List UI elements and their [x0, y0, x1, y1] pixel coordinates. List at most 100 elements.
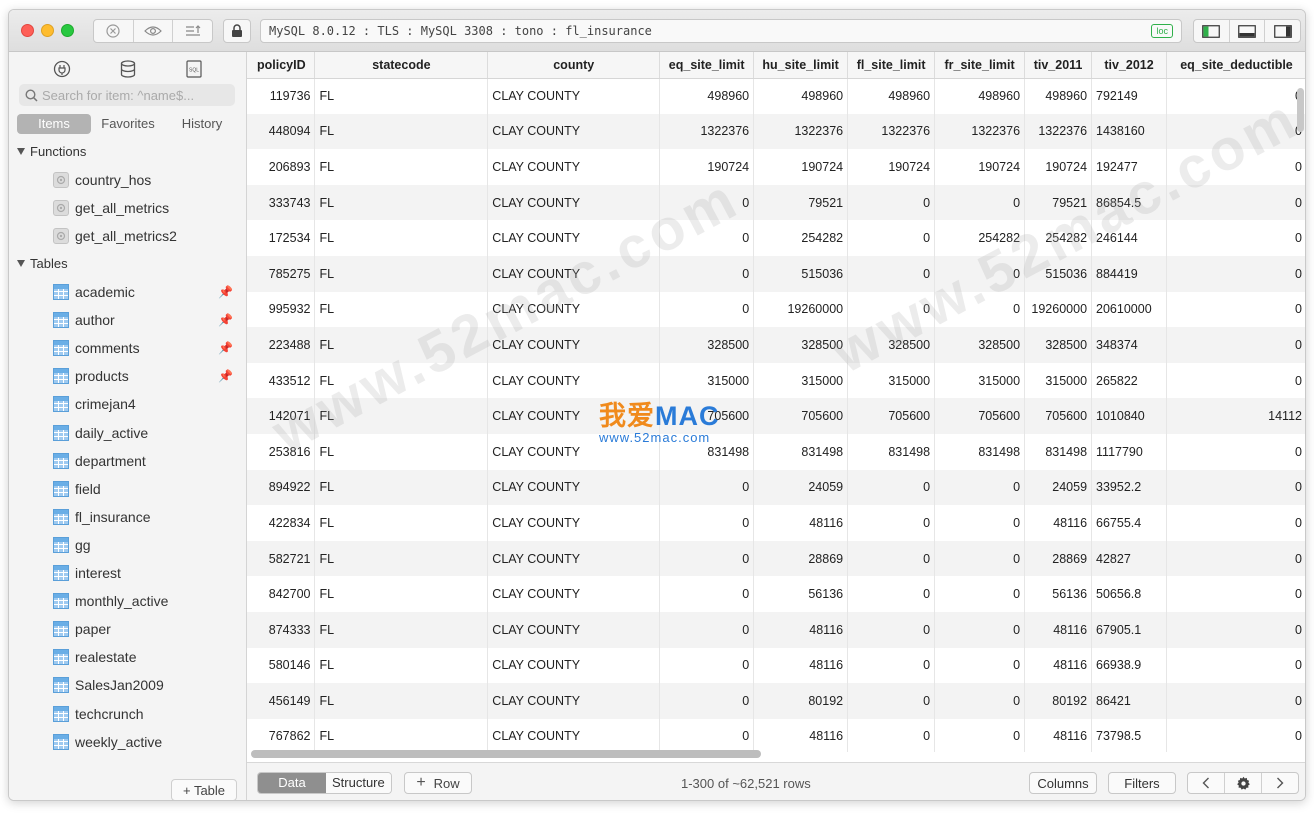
table-cell-tiv-2011[interactable]: 515036: [1024, 255, 1093, 292]
table-cell-hu-site-limit[interactable]: 48116: [753, 718, 849, 752]
table-cell-statecode[interactable]: FL: [314, 647, 489, 684]
previous-page-button[interactable]: [1188, 773, 1225, 793]
table-cell-eq-site-limit[interactable]: 0: [659, 683, 755, 719]
table-cell-policyid[interactable]: 580146: [247, 647, 316, 684]
table-cell-tiv-2012[interactable]: 246144: [1091, 220, 1167, 256]
table-cell-eq-site-deductible[interactable]: 0: [1166, 113, 1305, 150]
table-cell-fr-site-limit[interactable]: 0: [934, 291, 1026, 328]
table-row[interactable]: 223488 FL CLAY COUNTY 328500 328500 328500 328…: [247, 327, 1305, 363]
table-cell-county[interactable]: CLAY COUNTY: [487, 184, 661, 221]
table-cell-hu-site-limit[interactable]: 315000: [753, 362, 849, 399]
table-cell-tiv-2011[interactable]: 328500: [1024, 327, 1093, 363]
table-cell-statecode[interactable]: FL: [314, 611, 489, 648]
table-cell-tiv-2011[interactable]: 48116: [1024, 611, 1093, 648]
table-cell-county[interactable]: CLAY COUNTY: [487, 683, 661, 719]
table-cell-fl-site-limit[interactable]: 0: [847, 718, 936, 752]
toggle-right-sidebar-button[interactable]: [1265, 20, 1300, 42]
table-cell-hu-site-limit[interactable]: 48116: [753, 647, 849, 684]
table-row[interactable]: 767862 FL CLAY COUNTY 0 48116 0 0 48116 73798.5 0: [247, 718, 1305, 752]
table-cell-eq-site-deductible[interactable]: 0: [1166, 433, 1305, 470]
functions-section-header[interactable]: Functions: [17, 144, 86, 159]
table-row[interactable]: 582721 FL CLAY COUNTY 0 28869 0 0 28869 42827 0: [247, 540, 1305, 577]
table-cell-tiv-2011[interactable]: 48116: [1024, 718, 1093, 752]
filters-button[interactable]: Filters: [1108, 772, 1176, 794]
tab-favorites[interactable]: Favorites: [91, 114, 165, 134]
table-row[interactable]: 448094 FL CLAY COUNTY 1322376 1322376 1322376…: [247, 113, 1305, 150]
table-cell-eq-site-deductible[interactable]: 0: [1166, 540, 1305, 577]
table-cell-hu-site-limit[interactable]: 190724: [753, 149, 849, 185]
table-cell-tiv-2011[interactable]: 24059: [1024, 469, 1093, 506]
commit-button[interactable]: [173, 20, 212, 42]
table-cell-policyid[interactable]: 842700: [247, 576, 316, 612]
table-cell-eq-site-deductible[interactable]: 0: [1166, 78, 1305, 114]
table-cell-statecode[interactable]: FL: [314, 291, 489, 328]
table-cell-eq-site-limit[interactable]: 1322376: [659, 113, 755, 150]
sql-mode-button[interactable]: SQL: [179, 56, 209, 82]
table-cell-county[interactable]: CLAY COUNTY: [487, 576, 661, 612]
table-cell-eq-site-limit[interactable]: 0: [659, 647, 755, 684]
table-cell-fl-site-limit[interactable]: 328500: [847, 327, 936, 363]
table-cell-fr-site-limit[interactable]: 0: [934, 184, 1026, 221]
horizontal-scrollbar[interactable]: [251, 750, 761, 758]
table-cell-hu-site-limit[interactable]: 56136: [753, 576, 849, 612]
table-row[interactable]: 142071 FL CLAY COUNTY 705600 705600 705600 705…: [247, 398, 1305, 434]
table-cell-tiv-2012[interactable]: 348374: [1091, 327, 1167, 363]
table-row[interactable]: 995932 FL CLAY COUNTY 0 19260000 0 0 19260000 20…: [247, 291, 1305, 328]
table-cell-county[interactable]: CLAY COUNTY: [487, 611, 661, 648]
table-cell-county[interactable]: CLAY COUNTY: [487, 718, 661, 752]
table-cell-tiv-2011[interactable]: 831498: [1024, 433, 1093, 470]
sidebar-table-item[interactable]: realestate: [53, 646, 239, 668]
table-cell-tiv-2011[interactable]: 705600: [1024, 398, 1093, 434]
table-cell-county[interactable]: CLAY COUNTY: [487, 469, 661, 506]
table-cell-hu-site-limit[interactable]: 80192: [753, 683, 849, 719]
table-cell-tiv-2012[interactable]: 42827: [1091, 540, 1167, 577]
table-cell-fl-site-limit[interactable]: 0: [847, 184, 936, 221]
table-cell-tiv-2011[interactable]: 190724: [1024, 149, 1093, 185]
table-cell-fl-site-limit[interactable]: 0: [847, 291, 936, 328]
table-cell-county[interactable]: CLAY COUNTY: [487, 647, 661, 684]
table-cell-tiv-2011[interactable]: 1322376: [1024, 113, 1093, 150]
table-cell-policyid[interactable]: 456149: [247, 683, 316, 719]
table-cell-county[interactable]: CLAY COUNTY: [487, 291, 661, 328]
table-cell-statecode[interactable]: FL: [314, 398, 489, 434]
column-header[interactable]: fl_site_limit: [847, 52, 936, 79]
sidebar-table-item[interactable]: interest: [53, 562, 239, 584]
table-cell-statecode[interactable]: FL: [314, 433, 489, 470]
table-cell-hu-site-limit[interactable]: 498960: [753, 78, 849, 114]
sidebar-table-item[interactable]: author 📌: [53, 309, 239, 331]
sidebar-table-item[interactable]: field: [53, 478, 239, 500]
sidebar-function-item[interactable]: country_hos: [53, 169, 239, 191]
sidebar-table-item[interactable]: crimejan4: [53, 393, 239, 415]
sidebar-table-item[interactable]: department: [53, 450, 239, 472]
table-cell-eq-site-limit[interactable]: 328500: [659, 327, 755, 363]
table-cell-eq-site-deductible[interactable]: 0: [1166, 362, 1305, 399]
table-cell-eq-site-limit[interactable]: 0: [659, 291, 755, 328]
table-cell-eq-site-limit[interactable]: 0: [659, 469, 755, 506]
table-cell-county[interactable]: CLAY COUNTY: [487, 113, 661, 150]
table-cell-policyid[interactable]: 142071: [247, 398, 316, 434]
table-cell-hu-site-limit[interactable]: 515036: [753, 255, 849, 292]
table-cell-tiv-2012[interactable]: 33952.2: [1091, 469, 1167, 506]
next-page-button[interactable]: [1262, 773, 1298, 793]
table-cell-policyid[interactable]: 253816: [247, 433, 316, 470]
database-mode-button[interactable]: [113, 56, 143, 82]
table-cell-hu-site-limit[interactable]: 1322376: [753, 113, 849, 150]
table-cell-statecode[interactable]: FL: [314, 113, 489, 150]
table-cell-county[interactable]: CLAY COUNTY: [487, 78, 661, 114]
table-cell-eq-site-deductible[interactable]: 0: [1166, 149, 1305, 185]
table-cell-statecode[interactable]: FL: [314, 362, 489, 399]
table-cell-tiv-2012[interactable]: 73798.5: [1091, 718, 1167, 752]
table-cell-fl-site-limit[interactable]: 0: [847, 576, 936, 612]
table-cell-eq-site-limit[interactable]: 0: [659, 540, 755, 577]
table-cell-tiv-2012[interactable]: 1117790: [1091, 433, 1167, 470]
table-cell-eq-site-deductible[interactable]: 0: [1166, 505, 1305, 541]
table-cell-fr-site-limit[interactable]: 0: [934, 683, 1026, 719]
table-cell-tiv-2012[interactable]: 192477: [1091, 149, 1167, 185]
table-cell-county[interactable]: CLAY COUNTY: [487, 540, 661, 577]
table-row[interactable]: 253816 FL CLAY COUNTY 831498 831498 831498 831…: [247, 433, 1305, 470]
sidebar-table-item[interactable]: gg: [53, 534, 239, 556]
table-cell-tiv-2011[interactable]: 48116: [1024, 647, 1093, 684]
table-row[interactable]: 422834 FL CLAY COUNTY 0 48116 0 0 48116 66755.4 0: [247, 505, 1305, 541]
table-cell-fr-site-limit[interactable]: 705600: [934, 398, 1026, 434]
table-cell-fl-site-limit[interactable]: 498960: [847, 78, 936, 114]
